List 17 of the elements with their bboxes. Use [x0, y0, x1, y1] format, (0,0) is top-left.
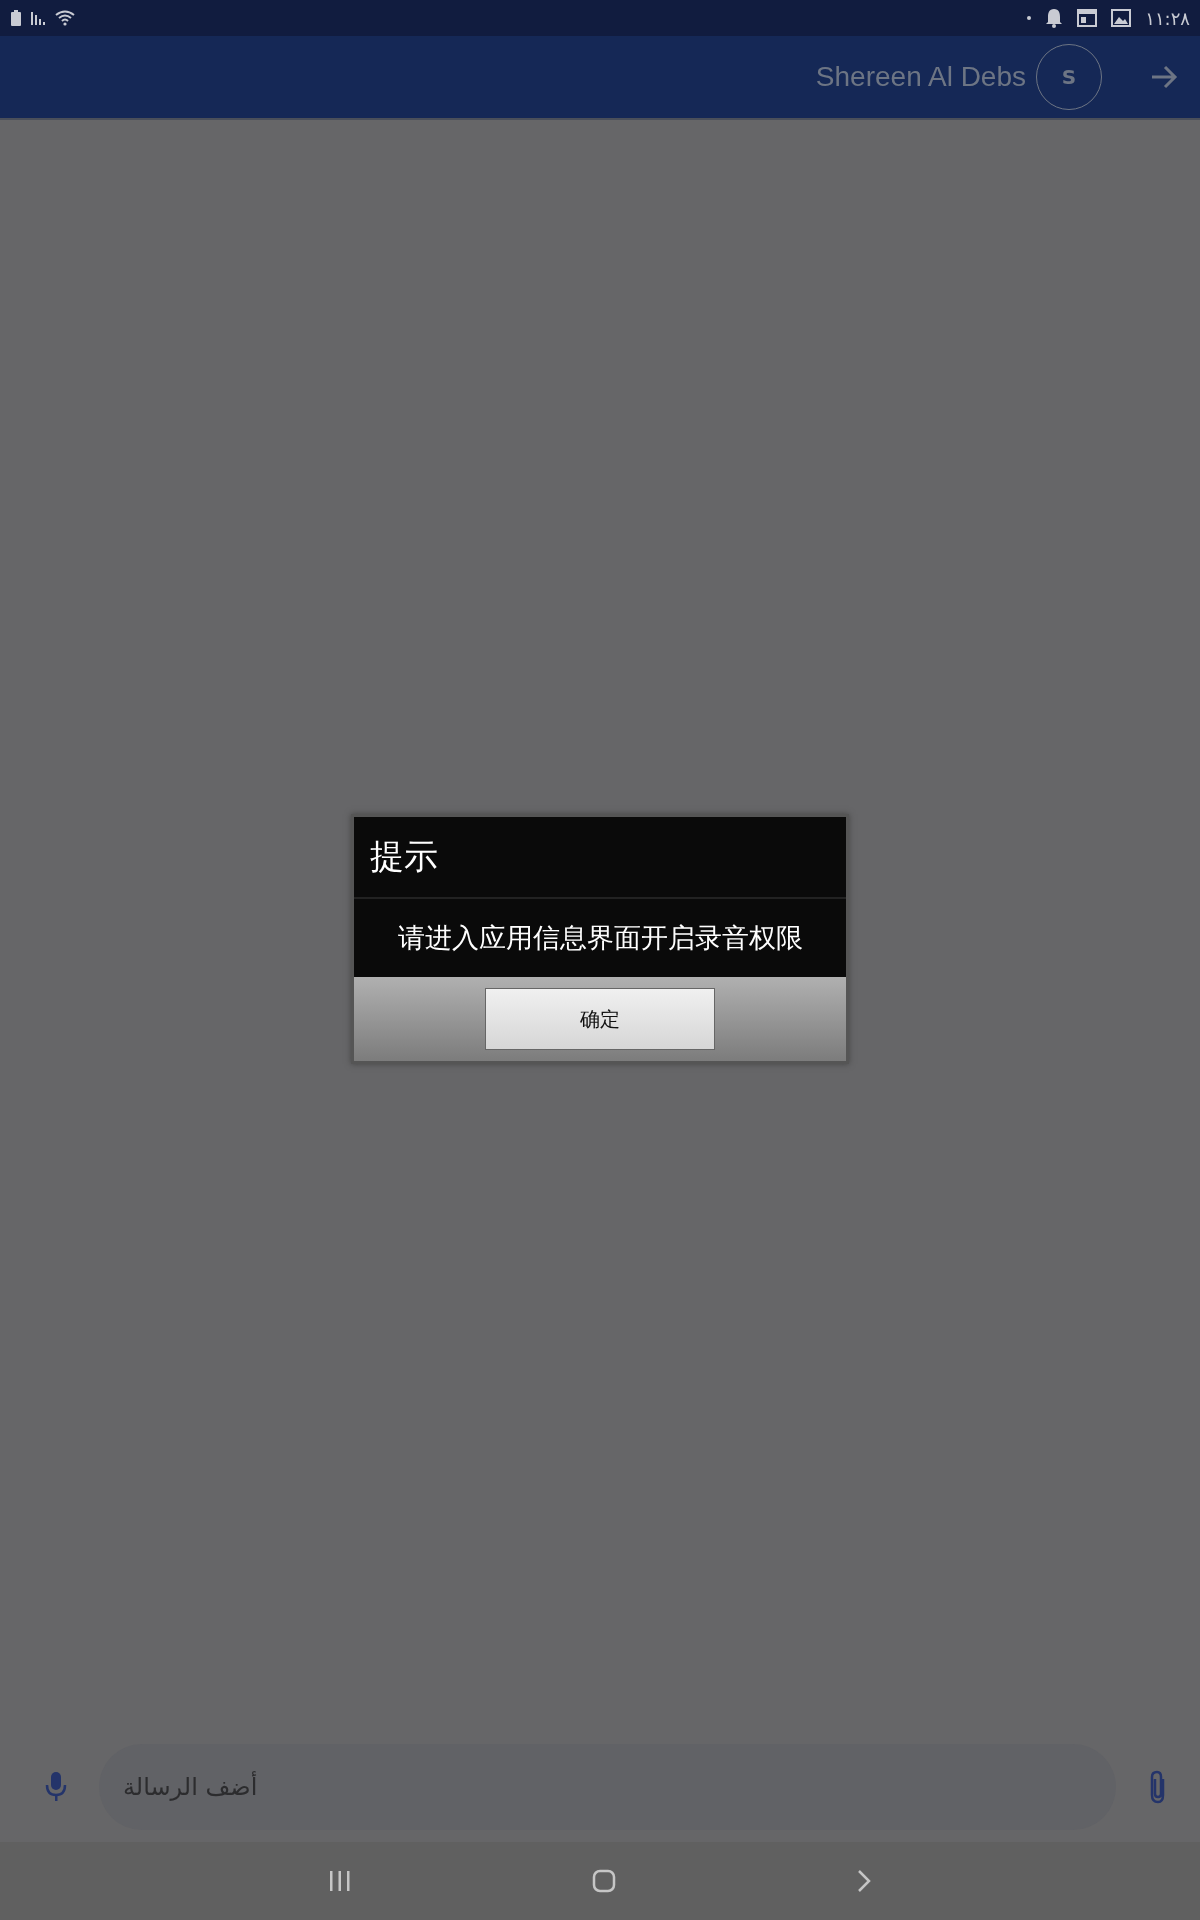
home-icon[interactable] — [592, 1869, 616, 1893]
signal-icon — [30, 11, 46, 25]
image-icon — [1111, 9, 1132, 27]
microphone-icon[interactable] — [45, 1771, 67, 1803]
bell-icon — [1045, 8, 1064, 28]
dialog-message: 请进入应用信息界面开启录音权限 — [397, 921, 803, 955]
dot-icon — [1027, 16, 1032, 20]
recent-apps-icon[interactable] — [328, 1870, 352, 1892]
contact-name: Shereen Al Debs — [815, 61, 1026, 93]
clock-time: ١١:٢٨ — [1145, 7, 1190, 29]
message-input[interactable]: أضف الرسالة — [99, 1744, 1116, 1830]
chevron-icon[interactable] — [856, 1869, 872, 1893]
arrow-icon[interactable] — [1150, 65, 1178, 89]
ok-button[interactable]: 确定 — [485, 988, 715, 1050]
battery-icon — [10, 10, 22, 26]
calendar-icon — [1077, 9, 1098, 27]
dialog-title: 提示 — [370, 835, 438, 878]
